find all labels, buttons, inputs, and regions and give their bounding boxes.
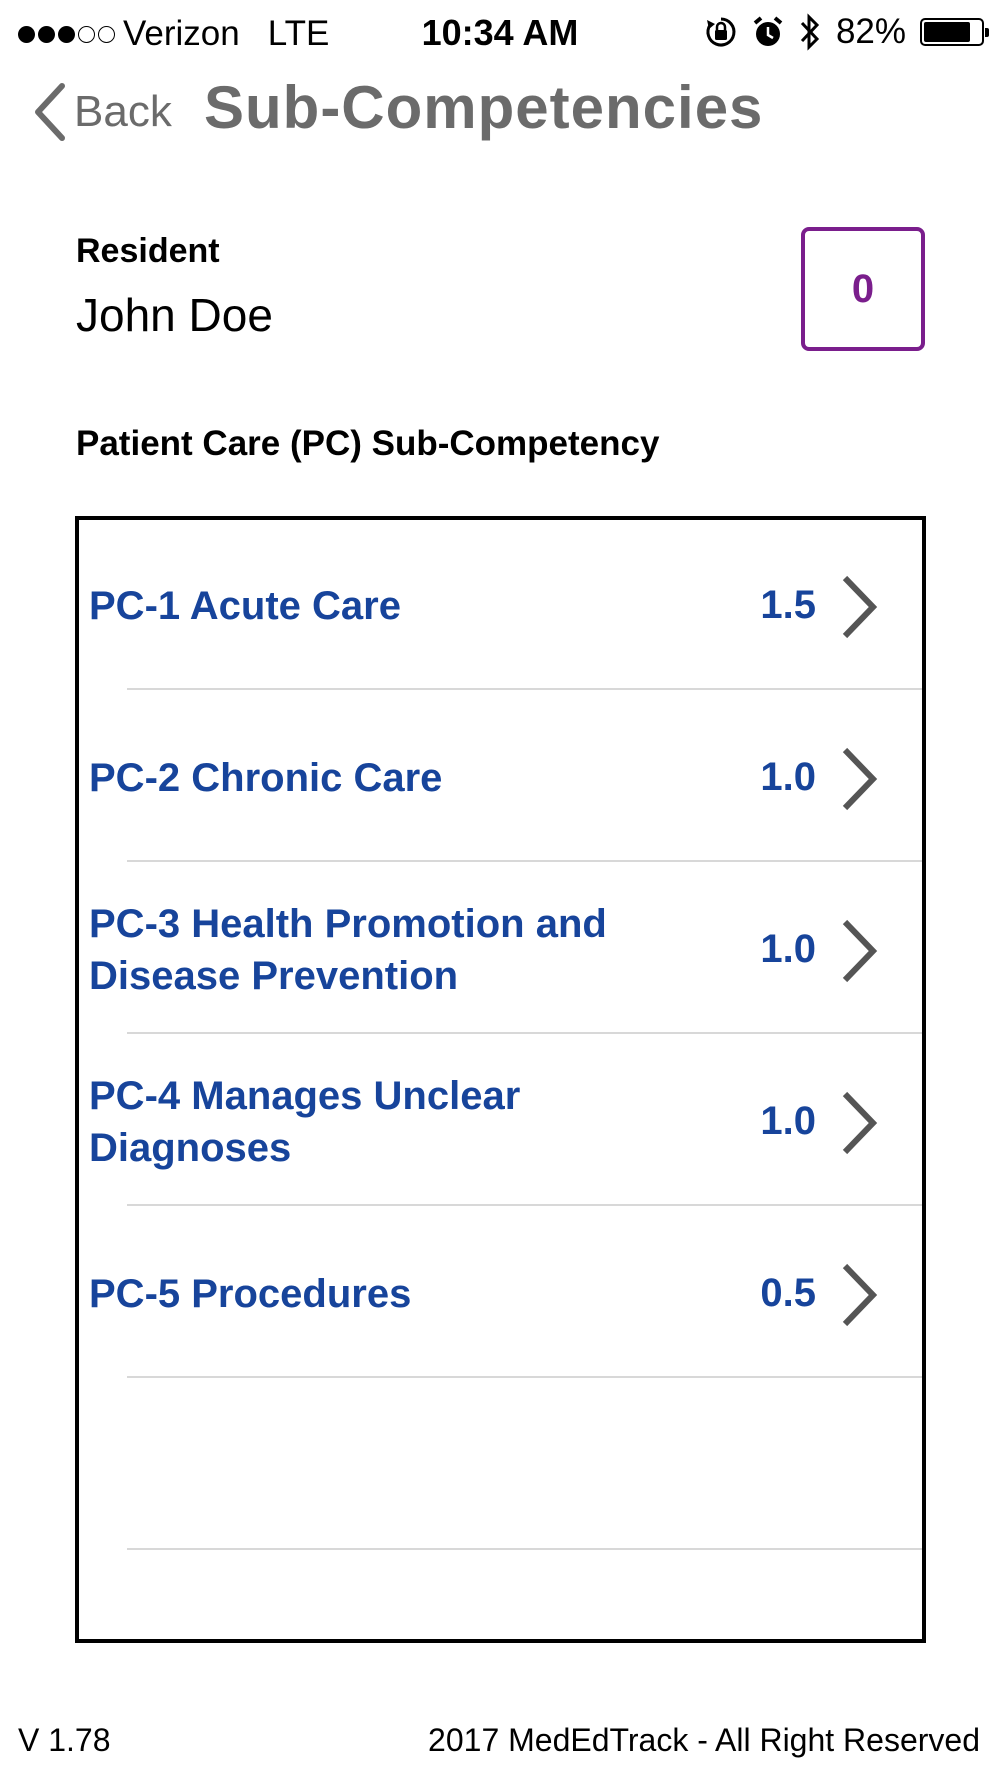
list-item-label: PC-3 Health Promotion and Disease Preven… xyxy=(89,901,607,998)
copyright-notice: 2017 MedEdTrack - All Right Reserved xyxy=(428,1722,980,1758)
list-item-value: 1.0 xyxy=(760,755,816,799)
list-item-label: PC-2 Chronic Care xyxy=(89,755,443,800)
row-divider xyxy=(127,860,922,862)
back-button[interactable]: Back xyxy=(30,80,172,144)
section-heading: Patient Care (PC) Sub-Competency xyxy=(76,424,660,463)
score-badge: 0 xyxy=(801,227,925,351)
list-item-value: 0.5 xyxy=(760,1271,816,1315)
chevron-right-icon xyxy=(842,1263,878,1327)
app-version: V 1.78 xyxy=(18,1722,111,1758)
alarm-clock-icon xyxy=(753,16,783,46)
rotation-lock-icon xyxy=(706,17,736,47)
row-divider xyxy=(127,1548,922,1550)
resident-label: Resident xyxy=(76,232,220,270)
chevron-left-icon xyxy=(35,83,65,141)
list-item-label: PC-1 Acute Care xyxy=(89,583,401,628)
navigation-bar: Back Sub-Competencies xyxy=(0,68,1000,156)
row-divider xyxy=(127,688,922,690)
row-divider xyxy=(127,1204,922,1206)
list-item[interactable]: PC-2 Chronic Care 1.0 xyxy=(79,692,922,864)
resident-name: John Doe xyxy=(76,289,273,341)
list-item-value: 1.0 xyxy=(760,927,816,971)
list-item[interactable]: PC-5 Procedures 0.5 xyxy=(79,1208,922,1380)
list-item[interactable]: PC-4 Manages Unclear Diagnoses 1.0 xyxy=(79,1036,922,1208)
row-divider xyxy=(127,1376,922,1378)
back-label: Back xyxy=(74,87,172,136)
chevron-right-icon xyxy=(842,1091,878,1155)
list-item-value: 1.5 xyxy=(760,583,816,627)
chevron-right-icon xyxy=(842,747,878,811)
list-item[interactable]: PC-3 Health Promotion and Disease Preven… xyxy=(79,864,922,1036)
status-right: 82% xyxy=(704,12,989,52)
bluetooth-icon xyxy=(800,13,820,51)
list-item-value: 1.0 xyxy=(760,1099,816,1143)
chevron-right-icon xyxy=(842,919,878,983)
page-title: Sub-Competencies xyxy=(204,74,764,141)
battery-icon xyxy=(920,18,989,46)
list-item[interactable]: PC-1 Acute Care 1.5 xyxy=(79,520,922,692)
status-bar: Verizon LTE 10:34 AM 82% xyxy=(0,0,1000,68)
battery-fill xyxy=(924,22,970,42)
list-item-label: PC-5 Procedures xyxy=(89,1271,412,1316)
row-divider xyxy=(127,1032,922,1034)
battery-percent: 82% xyxy=(835,12,906,51)
sub-competency-list: PC-1 Acute Care 1.5 PC-2 Chronic Care 1.… xyxy=(75,516,926,1643)
list-item-label: PC-4 Manages Unclear Diagnoses xyxy=(89,1073,521,1170)
chevron-right-icon xyxy=(842,575,878,639)
